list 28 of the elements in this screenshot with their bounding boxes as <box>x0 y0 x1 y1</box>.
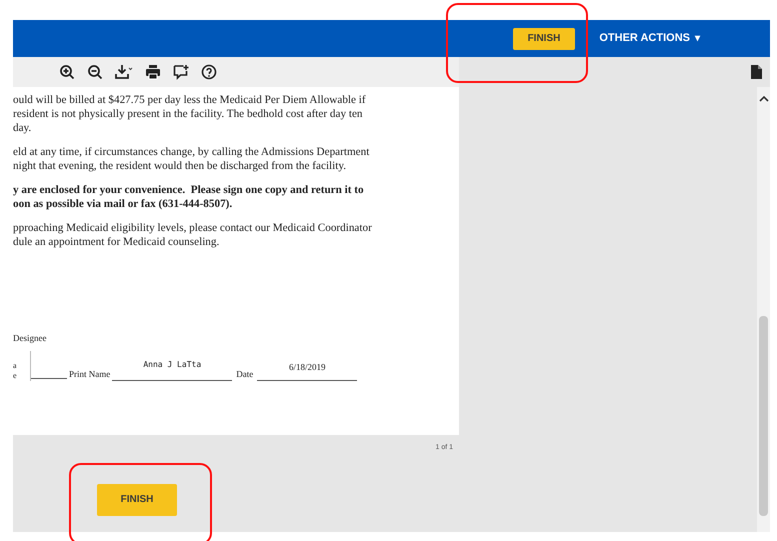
document-icon[interactable] <box>751 65 762 79</box>
zoom-out-icon[interactable] <box>87 64 103 80</box>
help-icon[interactable] <box>201 64 217 80</box>
document-text-line: y are enclosed for your convenience. Please sign one copy and return it to <box>13 183 364 197</box>
document-text-line: day. <box>13 121 32 135</box>
scrollbar-thumb[interactable] <box>759 316 768 516</box>
finish-button[interactable]: FINISH <box>512 28 576 50</box>
document-text-line: ould will be billed at $427.75 per day less the Medicaid Per Diem Allowable if <box>13 93 366 107</box>
comment-icon[interactable] <box>173 64 189 80</box>
download-icon[interactable] <box>115 64 133 80</box>
signature-field[interactable]: a e <box>13 351 31 381</box>
document-text-line: night that evening, the resident would then be discharged from the facility. <box>13 159 346 173</box>
print-icon[interactable] <box>145 64 161 80</box>
scroll-up-icon[interactable] <box>758 95 768 102</box>
zoom-in-icon[interactable] <box>59 64 75 80</box>
print-name-label: Print Name <box>69 368 110 381</box>
scrollbar[interactable] <box>757 87 770 532</box>
other-actions-button[interactable]: OTHER ACTIONS ▾ <box>599 30 700 47</box>
print-name-field[interactable]: Anna J LaTta <box>112 358 232 381</box>
document-text-line: eld at any time, if circumstances change, by calling the Admissions Department <box>13 145 370 159</box>
document-text-line: oon as possible via mail or fax (631-444-8507). <box>13 197 232 211</box>
finish-button[interactable]: FINISH <box>97 484 177 516</box>
document-text-line: resident is not physically present in the facility. The bedhold cost after day ten <box>13 107 363 121</box>
date-label: Date <box>236 368 254 381</box>
date-field[interactable]: 6/18/2019 <box>257 360 358 381</box>
document-text-line: pproaching Medicaid eligibility levels, please contact our Medicaid Coordinator <box>13 221 372 235</box>
designee-label: Designee <box>13 332 46 345</box>
document-text-line: dule an appointment for Medicaid counseling. <box>13 235 220 249</box>
